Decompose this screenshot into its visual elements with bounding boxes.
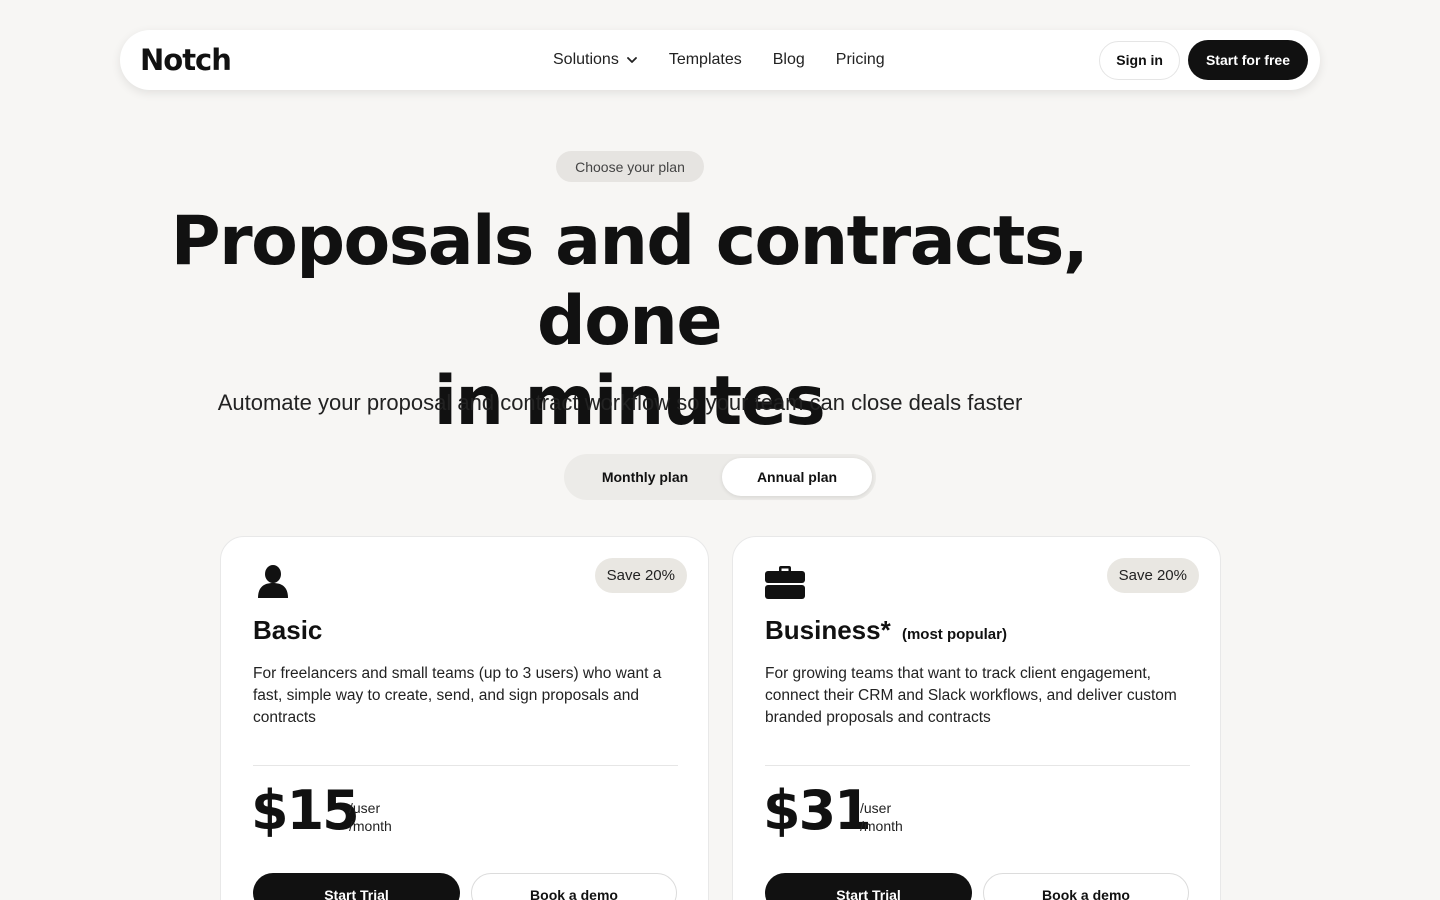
nav-link-solutions[interactable]: Solutions (553, 51, 638, 69)
plan-description: For freelancers and small teams (up to 3… (253, 665, 662, 726)
plan-name-text: Basic (253, 615, 323, 645)
most-popular-tag: (most popular) (901, 626, 1007, 643)
price-unit-month: /month (349, 818, 392, 834)
nav-links: Solutions Templates Blog Pricing (553, 30, 885, 90)
pricing-page: Notch Solutions Templates Blog Pricing S… (0, 0, 1440, 900)
price-unit-user: /user (860, 800, 892, 816)
person-icon (258, 565, 288, 598)
price-unit: /user /month (860, 799, 903, 835)
plan-period-toggle: Monthly plan Annual plan (564, 454, 876, 500)
plan-name-text: Business* (765, 615, 891, 645)
sign-in-button[interactable]: Sign in (1099, 40, 1180, 80)
nav-link-templates[interactable]: Templates (669, 51, 742, 69)
nav-link-blog[interactable]: Blog (773, 51, 805, 69)
price-unit: /user /month (349, 799, 392, 835)
plan-price: $15 (251, 779, 360, 842)
choose-plan-pill: Choose your plan (556, 151, 704, 182)
plan-price: $31 (763, 779, 872, 842)
plan-card-basic: Save 20% Basic For freelancers and small… (220, 536, 709, 900)
divider (765, 765, 1190, 766)
monthly-plan-tab[interactable]: Monthly plan (568, 458, 722, 496)
page-title-line-1: Proposals and contracts, done (170, 202, 1089, 361)
price-unit-month: /month (860, 818, 903, 834)
plan-name: Business* (most popular) (765, 615, 1007, 646)
page-subtitle: Automate your proposal and contract work… (217, 390, 1023, 415)
price-unit-user: /user (349, 800, 381, 816)
book-demo-button[interactable]: Book a demo (983, 873, 1189, 900)
top-nav: Notch Solutions Templates Blog Pricing S… (120, 30, 1320, 90)
nav-link-label: Solutions (553, 51, 619, 68)
save-badge: Save 20% (594, 558, 687, 593)
start-for-free-button[interactable]: Start for free (1187, 40, 1308, 80)
plan-description: For growing teams that want to track cli… (765, 665, 1177, 726)
briefcase-icon (765, 566, 805, 599)
start-trial-button[interactable]: Start Trial (765, 873, 972, 900)
nav-link-pricing[interactable]: Pricing (836, 51, 885, 69)
book-demo-button[interactable]: Book a demo (471, 873, 677, 900)
divider (253, 765, 678, 766)
logo[interactable]: Notch (140, 43, 232, 77)
save-badge: Save 20% (1106, 558, 1199, 593)
plan-card-business: Save 20% Business* (most popular) For gr… (732, 536, 1221, 900)
nav-actions: Sign in Start for free (1099, 40, 1308, 80)
start-trial-button[interactable]: Start Trial (253, 873, 460, 900)
chevron-down-icon (626, 57, 637, 63)
plan-name: Basic (253, 615, 322, 646)
annual-plan-tab[interactable]: Annual plan (722, 458, 872, 496)
